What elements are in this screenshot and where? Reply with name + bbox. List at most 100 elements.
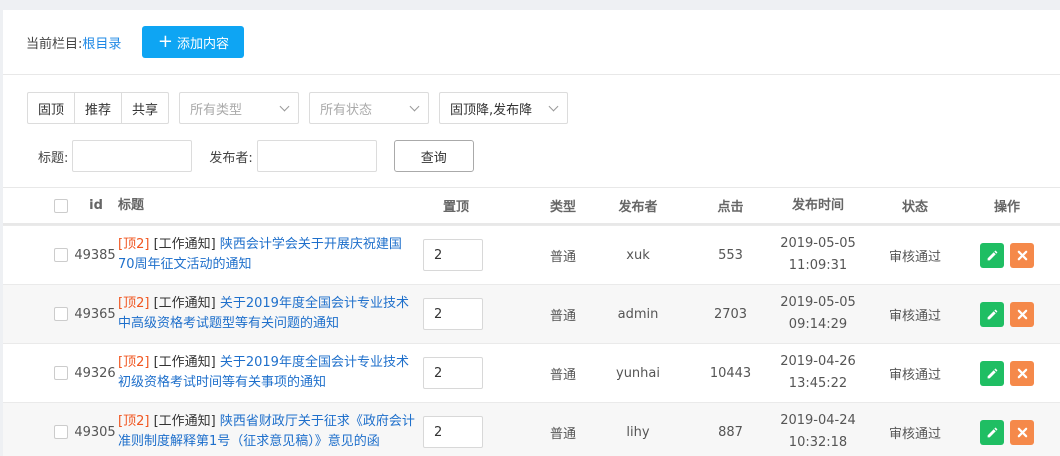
row-checkbox[interactable] <box>54 366 68 380</box>
row-time: 2019-05-05 11:09:31 <box>780 236 856 273</box>
row-checkbox[interactable] <box>54 248 68 262</box>
breadcrumb-label: 当前栏目: <box>26 36 83 52</box>
row-checkbox-cell <box>54 226 68 284</box>
row-author: yunhai <box>616 365 660 381</box>
close-icon <box>1017 250 1027 260</box>
delete-button[interactable] <box>1010 301 1034 327</box>
author-field-label: 发布者: <box>209 150 253 166</box>
type-select[interactable]: 所有类型 <box>179 92 300 124</box>
edit-button[interactable] <box>980 242 1004 268</box>
column-title: 标题 <box>118 197 145 213</box>
row-top-tag: [顶2] <box>118 296 150 311</box>
sort-select[interactable]: 固顶降,发布降 <box>439 92 569 124</box>
row-id: 49305 <box>74 424 116 440</box>
edit-button[interactable] <box>980 360 1004 386</box>
search-bar: 标题: 发布者: 查询 <box>38 140 474 172</box>
column-status: 状态 <box>901 200 928 215</box>
status-select[interactable]: 所有状态 <box>309 92 430 124</box>
column-time: 发布时间 <box>791 197 844 213</box>
chevron-down-icon <box>279 101 290 111</box>
row-id: 49326 <box>74 365 116 381</box>
row-status: 审核通过 <box>888 367 941 383</box>
content-panel: 当前栏目:根目录 + 添加内容 固顶 推荐 共享 所有类型 所有状态 固顶降,发… <box>3 10 1060 456</box>
row-top-cell: 2 <box>423 226 485 284</box>
row-author: lihy <box>626 424 650 440</box>
row-category: [工作通知] <box>153 237 216 252</box>
row-category: [工作通知] <box>153 414 216 429</box>
table-row: 49305 [顶2] [工作通知] 陕西省财政厅关于征求《政府会计准则制度解释第1… <box>3 402 1060 456</box>
select-all-checkbox[interactable] <box>54 198 68 213</box>
select-all-cell <box>54 188 68 223</box>
delete-button[interactable] <box>1010 360 1034 386</box>
filter-shared-button[interactable]: 共享 <box>122 93 168 123</box>
filter-pinned-button[interactable]: 固顶 <box>28 93 76 123</box>
row-checkbox[interactable] <box>54 307 68 321</box>
chevron-down-icon <box>548 101 559 111</box>
row-title-cell: [顶2] [工作通知] 关于2019年度全国会计专业技术初级资格考试时间等有关事… <box>118 344 418 402</box>
type-select-placeholder: 所有类型 <box>190 102 243 118</box>
breadcrumb: 当前栏目:根目录 <box>26 33 121 52</box>
pencil-icon <box>987 427 997 437</box>
row-title-cell: [顶2] [工作通知] 陕西会计学会关于开展庆祝建国70周年征文活动的通知 <box>118 226 418 284</box>
row-actions <box>977 285 1037 343</box>
column-clicks: 点击 <box>717 200 744 215</box>
sort-select-value: 固顶降,发布降 <box>450 102 533 118</box>
row-clicks: 887 <box>718 424 743 440</box>
author-search-input[interactable] <box>256 140 377 172</box>
row-actions <box>977 226 1037 284</box>
close-icon <box>1017 309 1027 319</box>
row-checkbox[interactable] <box>54 425 68 439</box>
status-select-placeholder: 所有状态 <box>320 102 373 118</box>
row-top-input[interactable]: 2 <box>423 357 483 389</box>
table-body: 49385 [顶2] [工作通知] 陕西会计学会关于开展庆祝建国70周年征文活动的… <box>3 225 1060 456</box>
title-search-input[interactable] <box>72 140 193 172</box>
table-row: 49365 [顶2] [工作通知] 关于2019年度全国会计专业技术中高级资格考试… <box>3 284 1060 343</box>
row-top-input[interactable]: 2 <box>423 416 483 448</box>
row-author: admin <box>617 306 659 322</box>
row-top-input[interactable]: 2 <box>423 239 483 271</box>
filter-recommended-button[interactable]: 推荐 <box>75 93 123 123</box>
breadcrumb-root-link[interactable]: 根目录 <box>82 37 121 52</box>
row-status: 审核通过 <box>888 308 941 324</box>
edit-button[interactable] <box>980 419 1004 445</box>
row-status: 审核通过 <box>888 249 941 265</box>
flag-filter-group: 固顶 推荐 共享 <box>27 92 170 124</box>
chevron-down-icon <box>409 101 420 111</box>
row-actions <box>977 344 1037 402</box>
table-header: id 标题 置顶 类型 发布者 点击 发布时间 状态 操作 <box>3 187 1060 225</box>
row-top-tag: [顶2] <box>118 237 150 252</box>
row-checkbox-cell <box>54 285 68 343</box>
pencil-icon <box>987 368 997 378</box>
row-id: 49385 <box>74 247 116 263</box>
delete-button[interactable] <box>1010 419 1034 445</box>
table-row: 49385 [顶2] [工作通知] 陕西会计学会关于开展庆祝建国70周年征文活动的… <box>3 225 1060 284</box>
pencil-icon <box>987 309 997 319</box>
query-button[interactable]: 查询 <box>393 140 474 172</box>
content-table: id 标题 置顶 类型 发布者 点击 发布时间 状态 操作 49385 [顶2] … <box>3 187 1060 456</box>
title-field-label: 标题: <box>38 150 69 166</box>
delete-button[interactable] <box>1010 242 1034 268</box>
row-category: [工作通知] <box>153 296 216 311</box>
row-time: 2019-04-24 10:32:18 <box>780 413 856 450</box>
row-top-cell: 2 <box>423 403 485 456</box>
row-id: 49365 <box>74 306 116 322</box>
row-clicks: 553 <box>718 247 743 263</box>
row-checkbox-cell <box>54 344 68 402</box>
row-top-input[interactable]: 2 <box>423 298 483 330</box>
table-row: 49326 [顶2] [工作通知] 关于2019年度全国会计专业技术初级资格考试时… <box>3 343 1060 402</box>
row-clicks: 2703 <box>713 306 748 322</box>
column-top: 置顶 <box>442 200 469 215</box>
row-title-cell: [顶2] [工作通知] 陕西省财政厅关于征求《政府会计准则制度解释第1号（征求意… <box>118 403 418 456</box>
row-actions <box>977 403 1037 456</box>
row-clicks: 10443 <box>709 365 752 381</box>
row-category: [工作通知] <box>153 355 216 370</box>
row-top-tag: [顶2] <box>118 414 150 429</box>
row-time: 2019-05-05 09:14:29 <box>780 295 856 332</box>
edit-button[interactable] <box>980 301 1004 327</box>
close-icon <box>1017 427 1027 437</box>
add-content-button[interactable]: + 添加内容 <box>142 26 245 58</box>
close-icon <box>1017 368 1027 378</box>
row-status: 审核通过 <box>888 426 941 442</box>
plus-icon: + <box>157 31 173 52</box>
column-author: 发布者 <box>618 200 658 215</box>
